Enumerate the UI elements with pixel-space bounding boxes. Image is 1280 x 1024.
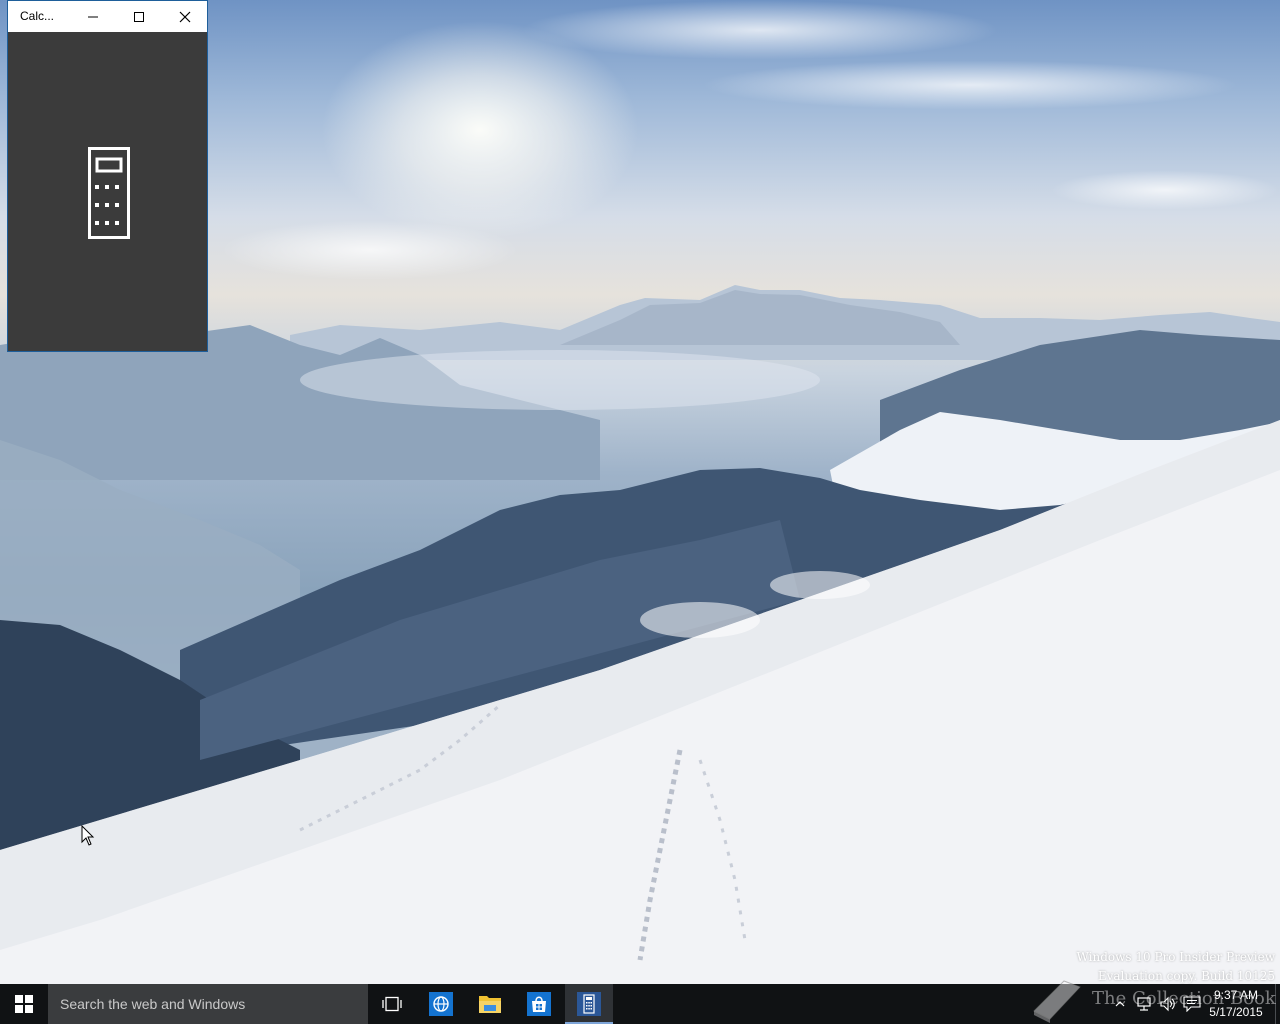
calculator-icon [577, 992, 601, 1016]
taskbar-app-file-explorer[interactable] [466, 984, 514, 1024]
window-title: Calc... [20, 9, 55, 23]
book-logo-icon [1033, 980, 1081, 1023]
taskbar-app-calculator[interactable] [565, 984, 613, 1024]
calculator-window[interactable]: Calc... [7, 0, 208, 352]
close-icon [179, 11, 191, 22]
store-icon [527, 992, 551, 1016]
minimize-icon [88, 16, 98, 17]
taskbar-app-browser[interactable] [417, 984, 465, 1024]
search-box[interactable]: Search the web and Windows [48, 984, 368, 1024]
taskbar-app-store[interactable] [515, 984, 563, 1024]
close-button[interactable] [162, 1, 208, 32]
calculator-icon [88, 147, 130, 239]
task-view-icon [382, 996, 402, 1012]
minimize-button[interactable] [70, 1, 116, 32]
brand-watermark-text: The Collection Book [1092, 988, 1276, 1009]
window-titlebar[interactable]: Calc... [8, 1, 207, 32]
mouse-cursor-icon [81, 825, 95, 846]
task-view-button[interactable] [368, 984, 416, 1024]
maximize-icon [134, 11, 144, 22]
window-client-area [8, 32, 207, 351]
maximize-button[interactable] [116, 1, 162, 32]
globe-icon [429, 992, 453, 1016]
start-button[interactable] [0, 984, 48, 1024]
search-placeholder: Search the web and Windows [60, 996, 246, 1012]
windows-logo-icon [15, 995, 33, 1013]
folder-icon [479, 996, 501, 1013]
os-version-watermark: Windows 10 Pro Insider Preview [1076, 950, 1275, 964]
